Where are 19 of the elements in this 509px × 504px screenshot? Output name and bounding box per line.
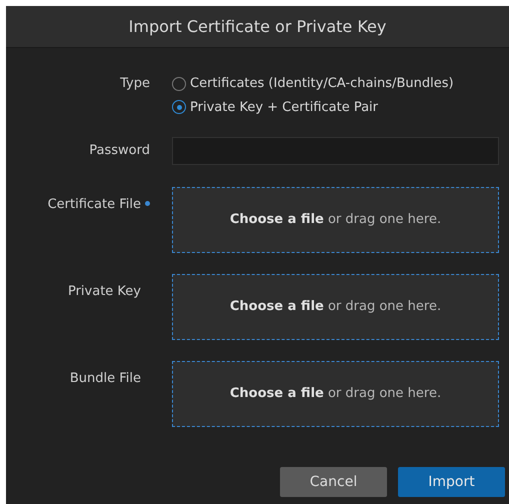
drop-zone-prompt: Choose a file or drag one here. [230,211,442,230]
field-label: Type [120,75,150,93]
drop-zone-prompt: Choose a file or drag one here. [230,385,442,404]
file-drop-zone[interactable]: Choose a file or drag one here. [172,187,499,253]
field-label: Private Key [68,283,141,301]
import-button[interactable]: Import [398,467,505,497]
drop-zone-prompt: Choose a file or drag one here. [230,298,442,316]
field-label: Bundle File [70,370,141,388]
radio-button[interactable] [172,76,186,91]
radio-button[interactable] [172,100,186,114]
cancel-button[interactable]: Cancel [280,467,387,497]
password-field[interactable] [172,137,499,165]
field-label: Certificate File [48,196,141,214]
dialog-title: Import Certificate or Private Key [128,16,386,38]
field-label: Password [89,142,150,160]
radio-label: Certificates (Identity/CA-chains/Bundles) [190,75,454,93]
file-drop-zone[interactable]: Choose a file or drag one here. [172,361,499,427]
file-drop-zone[interactable]: Choose a file or drag one here. [172,274,499,340]
radio-label: Private Key + Certificate Pair [190,98,378,116]
